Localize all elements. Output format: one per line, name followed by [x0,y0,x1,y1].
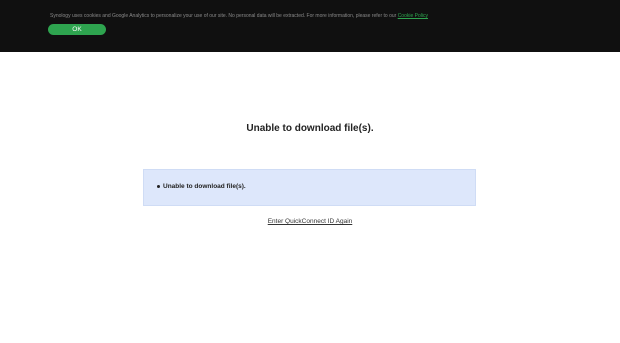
cookie-ok-button[interactable]: OK [48,24,106,35]
error-message-box: Unable to download file(s). [143,169,476,206]
error-message-item: Unable to download file(s). [157,183,246,190]
bullet-icon [157,185,160,188]
cookie-policy-link[interactable]: Cookie Policy [398,13,428,19]
cookie-notice-text: Synology uses cookies and Google Analyti… [50,13,590,20]
error-message-text: Unable to download file(s). [163,183,246,190]
enter-quickconnect-id-again-link[interactable]: Enter QuickConnect ID Again [268,218,353,225]
page-title: Unable to download file(s). [246,123,374,134]
cookie-banner: Synology uses cookies and Google Analyti… [0,0,620,52]
cookie-notice-body: Synology uses cookies and Google Analyti… [50,13,398,19]
error-message-list: Unable to download file(s). [157,183,246,190]
retry-link-container: Enter QuickConnect ID Again [0,218,620,225]
